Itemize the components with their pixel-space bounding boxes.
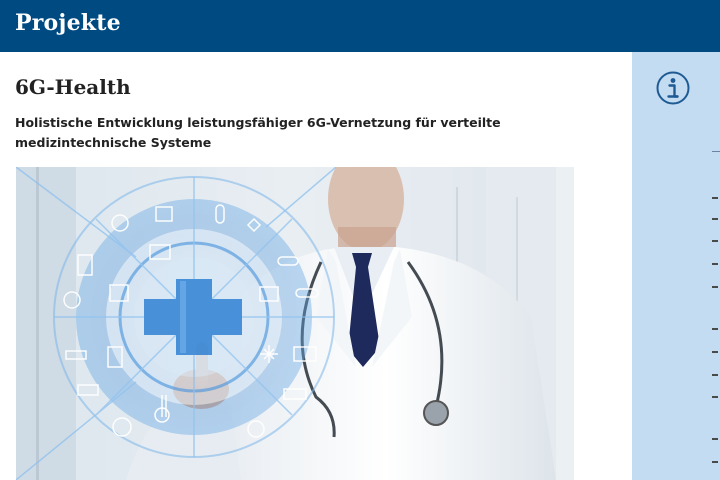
page-section-title: Projekte	[15, 10, 121, 36]
list-item	[712, 286, 718, 288]
list-item	[712, 218, 718, 220]
sidebar-divider	[712, 151, 720, 152]
project-title: 6G-Health	[15, 75, 131, 99]
list-item	[712, 351, 718, 353]
main-content: 6G-Health Holistische Entwicklung leistu…	[0, 52, 632, 480]
list-item	[712, 396, 718, 398]
list-item	[712, 328, 718, 330]
list-item	[712, 461, 718, 463]
list-item	[712, 263, 718, 265]
page-header: Projekte	[0, 0, 720, 52]
list-item	[712, 438, 718, 440]
project-subtitle: Holistische Entwicklung leistungsfähiger…	[15, 115, 501, 150]
list-item	[712, 374, 718, 376]
info-sidebar	[632, 52, 720, 480]
project-hero-image	[16, 167, 574, 480]
list-item	[712, 197, 718, 199]
list-item	[712, 240, 718, 242]
info-icon	[656, 71, 690, 105]
